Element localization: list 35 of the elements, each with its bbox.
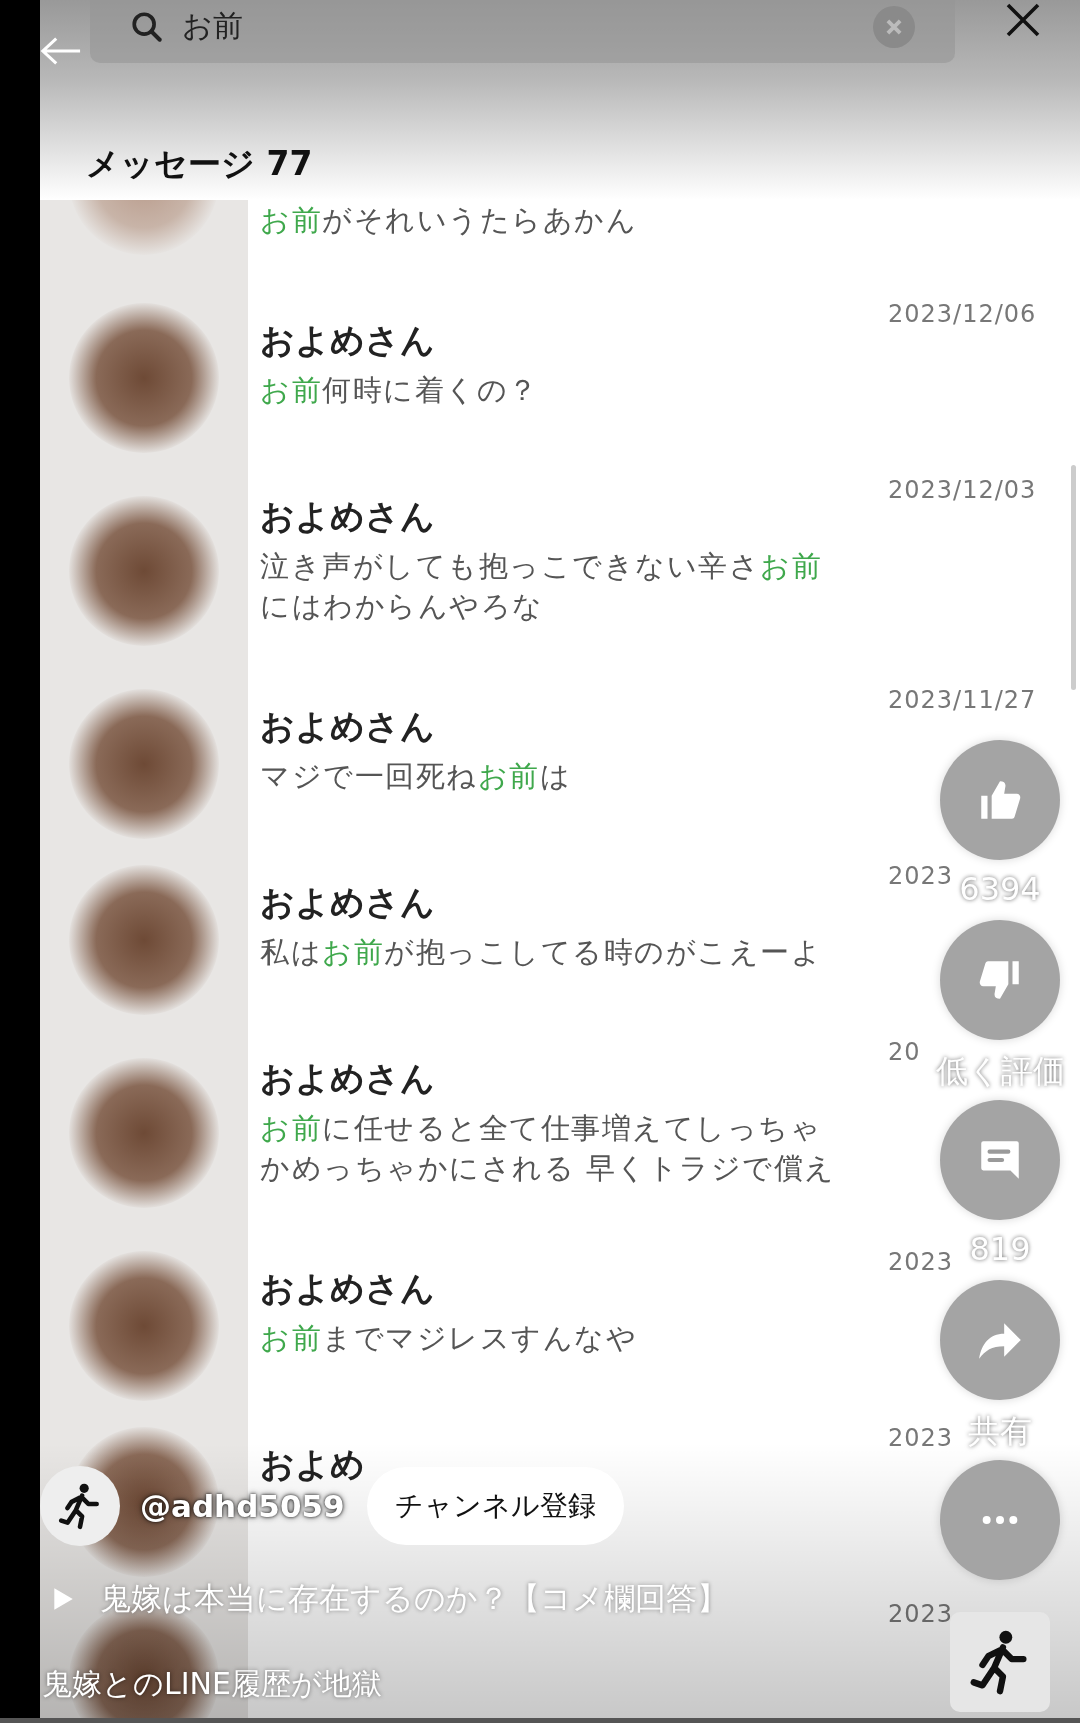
sender-name: およめさん [260, 1057, 435, 1100]
clear-icon[interactable] [873, 5, 915, 48]
message-text[interactable]: お前に任せると全て仕事増えてしっちゃかめっちゃかにされる 早くトラジで償え [260, 1108, 841, 1188]
more-icon [980, 1513, 1020, 1527]
message-date: 2023/12/06 [888, 300, 1037, 328]
action-label: 共有 [968, 1411, 1032, 1452]
message-date: 20 [888, 1038, 921, 1066]
message-text[interactable]: マジで一回死ねお前は [260, 756, 841, 796]
message-text[interactable]: お前がそれいうたらあかん [260, 200, 841, 240]
search-query: お前 [182, 7, 244, 45]
search-icon [130, 9, 164, 44]
play-icon [52, 1586, 74, 1612]
sender-name: およめさん [260, 705, 435, 748]
channel-thumbnail[interactable] [950, 1612, 1050, 1712]
subscribe-button[interactable]: チャンネル登録 [366, 1467, 624, 1545]
action-label: 819 [969, 1230, 1031, 1268]
message-date: 2023 [888, 1248, 954, 1276]
sender-name: およめさん [260, 881, 435, 924]
back-arrow-icon[interactable] [40, 36, 82, 66]
sender-name: およめさん [260, 495, 435, 538]
section-title: メッセージ 77 [86, 143, 313, 185]
action-label: 低く評価 [935, 1051, 1065, 1092]
message-date: 2023 [888, 1600, 954, 1628]
sender-name: およめ [260, 1443, 365, 1486]
message-text[interactable]: 泣き声がしても抱っこできない辛さ お前 にはわからんやろな [260, 546, 841, 626]
message-date: 2023 [888, 862, 954, 890]
sender-name: およめさん [260, 1267, 435, 1310]
message-date: 2023/12/03 [888, 476, 1037, 504]
message-date: 2023 [888, 1424, 954, 1452]
message-text[interactable]: お前何時に着くの？ [260, 370, 841, 410]
message-text[interactable]: お前 までマジレスすんなや [260, 1318, 841, 1358]
sender-name: およめさん [260, 319, 435, 362]
action-label: 6394 [959, 870, 1041, 908]
message-text[interactable]: 私は お前が抱っこしてる時のがこえーよ [260, 932, 841, 972]
message-date: 2023/11/27 [888, 686, 1037, 714]
